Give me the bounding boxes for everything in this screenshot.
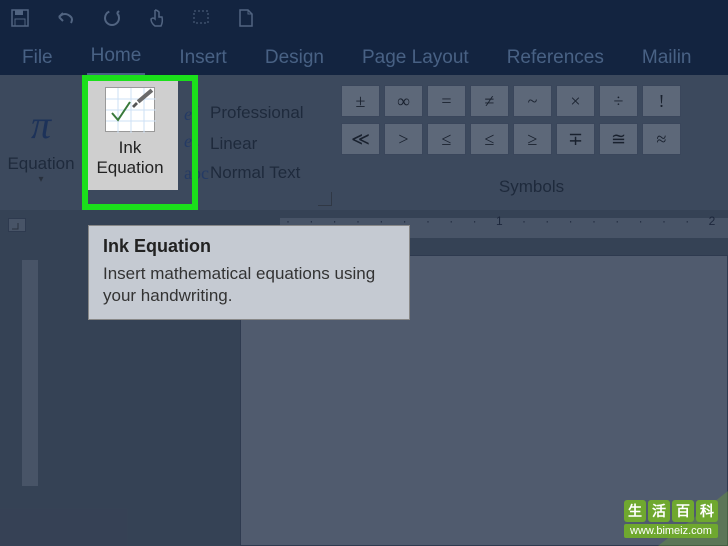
tools-group: π Equation ▾ Ink Equation: [0, 75, 335, 210]
quick-access-toolbar: [0, 0, 728, 35]
watermark-char: 科: [696, 500, 718, 522]
undo-icon[interactable]: [55, 9, 77, 27]
ribbon-tabs: File Home Insert Design Page Layout Refe…: [0, 35, 728, 75]
symbol-leq[interactable]: ≤: [427, 123, 466, 155]
linear-label: Linear: [210, 134, 257, 154]
symbol-leq2[interactable]: ≤: [470, 123, 509, 155]
ink-equation-button[interactable]: Ink Equation: [82, 75, 178, 190]
pi-icon: π: [31, 101, 51, 148]
symbol-infinity[interactable]: ∞: [384, 85, 423, 117]
symbol-geq[interactable]: ≥: [513, 123, 552, 155]
symbol-congruent[interactable]: ≅: [599, 123, 638, 155]
watermark-url: www.bimeiz.com: [624, 524, 718, 538]
redo-icon[interactable]: [102, 8, 122, 28]
symbol-not-equals[interactable]: ≠: [470, 85, 509, 117]
professional-icon: ex: [184, 101, 206, 125]
ink-equation-label: Ink Equation: [96, 138, 163, 179]
symbol-approx[interactable]: ≈: [642, 123, 681, 155]
symbol-times[interactable]: ×: [556, 85, 595, 117]
save-icon[interactable]: [10, 8, 30, 28]
chevron-down-icon: ▾: [38, 174, 43, 185]
ink-equation-tooltip: Ink Equation Insert mathematical equatio…: [88, 225, 410, 320]
tab-file[interactable]: File: [18, 41, 57, 75]
symbol-greater[interactable]: >: [384, 123, 423, 155]
watermark-char: 生: [624, 500, 646, 522]
tab-home[interactable]: Home: [87, 39, 146, 75]
ruler-corner: [8, 218, 26, 232]
normal-text-icon: abc: [184, 163, 206, 184]
symbols-grid: ± ∞ = ≠ ~ × ÷ ! ≪ > ≤ ≤ ≥ ∓ ≅ ≈: [341, 85, 722, 155]
tooltip-body: Insert mathematical equations using your…: [103, 263, 395, 307]
symbol-plusminus[interactable]: ±: [341, 85, 380, 117]
symbols-group: ± ∞ = ≠ ~ × ÷ ! ≪ > ≤ ≤ ≥ ∓ ≅ ≈ Symbols: [335, 75, 728, 210]
symbol-factorial[interactable]: !: [642, 85, 681, 117]
watermark-char: 活: [648, 500, 670, 522]
tab-page-layout[interactable]: Page Layout: [358, 41, 473, 75]
vertical-ruler[interactable]: [22, 260, 38, 486]
normal-text-label: Normal Text: [210, 163, 300, 183]
tab-design[interactable]: Design: [261, 41, 328, 75]
tab-mailings[interactable]: Mailin: [638, 41, 696, 75]
tab-references[interactable]: References: [503, 41, 608, 75]
symbols-group-label: Symbols: [341, 177, 722, 197]
symbol-divide[interactable]: ÷: [599, 85, 638, 117]
equation-button[interactable]: π Equation ▾: [0, 75, 82, 210]
watermark: 生 活 百 科 www.bimeiz.com: [624, 500, 718, 538]
tab-insert[interactable]: Insert: [175, 41, 231, 75]
touch-mode-icon[interactable]: [147, 7, 167, 29]
dialog-launcher-icon[interactable]: [318, 192, 332, 206]
symbol-mp[interactable]: ∓: [556, 123, 595, 155]
symbol-equals[interactable]: =: [427, 85, 466, 117]
symbol-much-less[interactable]: ≪: [341, 123, 380, 155]
professional-option[interactable]: ex Professional: [184, 101, 304, 125]
professional-label: Professional: [210, 103, 304, 123]
tooltip-title: Ink Equation: [103, 236, 395, 257]
normal-text-option[interactable]: abc Normal Text: [184, 163, 304, 184]
linear-icon: ex: [184, 131, 206, 157]
symbol-tilde[interactable]: ~: [513, 85, 552, 117]
equation-label: Equation: [7, 154, 74, 174]
linear-option[interactable]: ex Linear: [184, 131, 304, 157]
ribbon: π Equation ▾ Ink Equation: [0, 75, 728, 210]
ink-canvas-icon: [105, 87, 155, 132]
new-doc-icon[interactable]: [237, 8, 255, 28]
select-icon[interactable]: [192, 9, 212, 27]
watermark-char: 百: [672, 500, 694, 522]
equation-options: ex Professional ex Linear abc Normal Tex…: [178, 75, 304, 210]
